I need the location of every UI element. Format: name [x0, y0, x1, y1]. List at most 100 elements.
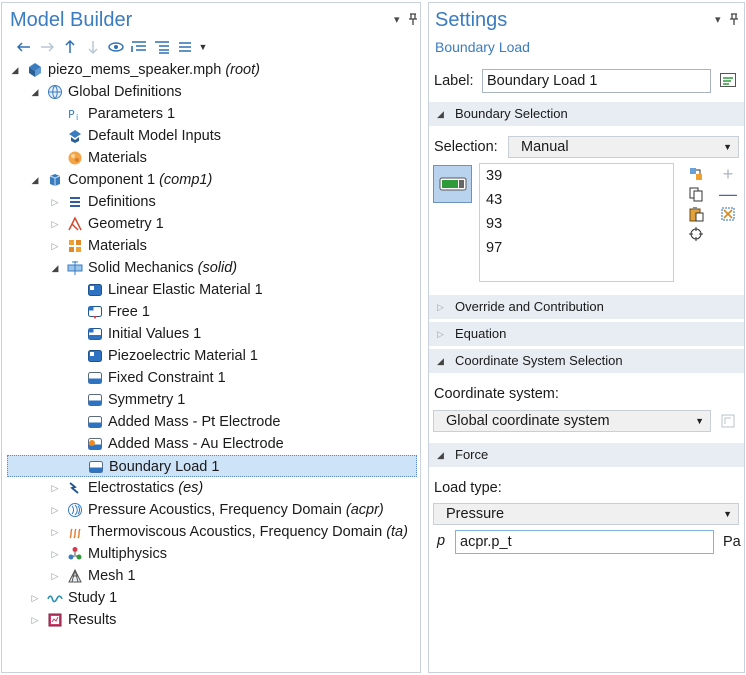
move-down-icon[interactable]: [81, 37, 104, 57]
tree-node-text: Fixed Constraint 1: [108, 370, 226, 386]
tree-node-default-model-inputs[interactable]: Default Model Inputs: [7, 125, 417, 147]
tree-node-text: Electrostatics: [88, 480, 175, 496]
tree-node-comp-materials[interactable]: ▷ Materials: [7, 235, 417, 257]
collapsed-arrow-icon[interactable]: ▷: [29, 587, 41, 609]
selection-list-item[interactable]: 97: [480, 236, 673, 260]
collapsed-arrow-icon[interactable]: ▷: [49, 477, 61, 499]
section-equation[interactable]: ▷ Equation: [429, 322, 744, 346]
tree-node-pressure-acoustics[interactable]: ▷ Pressure Acoustics, Frequency Domain (a…: [7, 499, 417, 521]
tree-node-text: Multiphysics: [88, 546, 167, 562]
tree-node-results[interactable]: ▷ Results: [7, 609, 417, 631]
list-options-icon[interactable]: [173, 37, 196, 57]
expanded-arrow-icon[interactable]: ◢: [29, 81, 41, 103]
initial-values-icon: [87, 326, 103, 342]
boundary-feature-icon: [87, 370, 103, 386]
label-note-icon[interactable]: [719, 72, 737, 90]
label-caption: Label:: [434, 73, 474, 89]
tree-node-label: Added Mass - Au Electrode: [108, 433, 284, 455]
model-builder-title: Model Builder: [10, 9, 133, 31]
label-input[interactable]: Boundary Load 1: [482, 69, 711, 93]
section-title: Coordinate System Selection: [455, 353, 623, 368]
collapsed-arrow-icon[interactable]: ▷: [49, 235, 61, 257]
tree-node-definitions[interactable]: ▷ Definitions: [7, 191, 417, 213]
svg-text:i: i: [76, 113, 78, 122]
section-override-contribution[interactable]: ▷ Override and Contribution: [429, 295, 744, 319]
load-type-dropdown[interactable]: Pressure ▼: [433, 503, 739, 525]
tree-node-piezoelectric-material-1[interactable]: Piezoelectric Material 1: [7, 345, 417, 367]
tree-node-global-materials[interactable]: Materials: [7, 147, 417, 169]
tree-node-study-1[interactable]: ▷ Study 1: [7, 587, 417, 609]
zoom-to-selection-icon[interactable]: [687, 225, 705, 243]
add-to-selection-icon[interactable]: +: [719, 164, 737, 184]
tree-node-boundary-load-1[interactable]: Boundary Load 1: [7, 455, 417, 477]
tree-node-free-1[interactable]: Free 1: [7, 301, 417, 323]
forward-arrow-icon[interactable]: [35, 37, 58, 57]
domain-feature-icon: [87, 282, 103, 298]
copy-selection-icon[interactable]: [687, 185, 705, 203]
pressure-input[interactable]: acpr.p_t: [455, 530, 714, 554]
tree-node-multiphysics[interactable]: ▷ Multiphysics: [7, 543, 417, 565]
tree-node-text: Free 1: [108, 304, 150, 320]
materials-grid-icon: [67, 238, 83, 254]
tree-node-symmetry-1[interactable]: Symmetry 1: [7, 389, 417, 411]
tree-node-solid-mechanics[interactable]: ◢ Solid Mechanics (solid): [7, 257, 417, 279]
tree-node-initial-values-1[interactable]: Initial Values 1: [7, 323, 417, 345]
tree-node-added-mass-pt[interactable]: Added Mass - Pt Electrode: [7, 411, 417, 433]
section-coordinate-system[interactable]: ◢ Coordinate System Selection: [429, 349, 744, 373]
tree-node-root[interactable]: ◢ piezo_mems_speaker.mph (root): [7, 59, 417, 81]
toolbar-dropdown-icon[interactable]: ▼: [196, 37, 210, 57]
show-icon[interactable]: [104, 37, 127, 57]
free-feature-icon: [87, 304, 103, 320]
tree-node-mesh-1[interactable]: ▷ Mesh 1: [7, 565, 417, 587]
tree-node-electrostatics[interactable]: ▷ Electrostatics (es): [7, 477, 417, 499]
selection-list[interactable]: 39 43 93 97: [479, 163, 674, 282]
coordinate-system-dropdown[interactable]: Global coordinate system ▼: [433, 410, 711, 432]
section-force[interactable]: ◢ Force: [429, 443, 744, 467]
collapsed-arrow-icon[interactable]: ▷: [49, 521, 61, 543]
expanded-arrow-icon[interactable]: ◢: [29, 169, 41, 191]
pin-icon[interactable]: [729, 13, 739, 28]
collapse-all-icon[interactable]: [127, 37, 150, 57]
collapsed-arrow-icon[interactable]: ▷: [49, 543, 61, 565]
section-boundary-selection[interactable]: ◢ Boundary Selection: [429, 102, 744, 126]
collapsed-arrow-icon[interactable]: ▷: [29, 609, 41, 631]
selection-list-item[interactable]: 93: [480, 212, 673, 236]
selection-list-item[interactable]: 43: [480, 188, 673, 212]
coordinate-system-goto-icon[interactable]: [719, 412, 737, 430]
tree-node-fixed-constraint-1[interactable]: Fixed Constraint 1: [7, 367, 417, 389]
coordinate-system-dropdown-value: Global coordinate system: [446, 413, 610, 429]
clipboard-icon[interactable]: [687, 205, 705, 223]
remove-from-selection-icon[interactable]: —: [719, 184, 737, 204]
tree-node-geometry-1[interactable]: ▷ Geometry 1: [7, 213, 417, 235]
paste-selection-icon[interactable]: [687, 165, 705, 183]
tree-node-linear-elastic-material-1[interactable]: Linear Elastic Material 1: [7, 279, 417, 301]
expanded-arrow-icon[interactable]: ◢: [9, 59, 21, 81]
solid-mechanics-icon: [67, 260, 83, 276]
tree-node-component-1[interactable]: ◢ Component 1 (comp1): [7, 169, 417, 191]
collapsed-arrow-icon[interactable]: ▷: [49, 213, 61, 235]
tree-node-thermoviscous-acoustics[interactable]: ▷ Thermoviscous Acoustics, Frequency Doma…: [7, 521, 417, 543]
panel-menu-icon[interactable]: ▾: [715, 13, 721, 26]
domain-feature-icon: [87, 348, 103, 364]
tree-node-label: Solid Mechanics (solid): [88, 257, 237, 279]
back-arrow-icon[interactable]: [12, 37, 35, 57]
selection-dropdown[interactable]: Manual ▼: [508, 136, 739, 158]
panel-menu-icon[interactable]: ▾: [394, 13, 400, 26]
tree-node-text: Added Mass - Pt Electrode: [108, 414, 281, 430]
expanded-arrow-icon[interactable]: ◢: [49, 257, 61, 279]
active-selection-toggle[interactable]: [433, 165, 472, 203]
collapsed-arrow-icon[interactable]: ▷: [49, 191, 61, 213]
selection-dropdown-value: Manual: [521, 139, 569, 155]
selection-list-item[interactable]: 39: [480, 164, 673, 188]
expand-all-icon[interactable]: [150, 37, 173, 57]
clear-selection-icon[interactable]: [719, 205, 737, 223]
pin-icon[interactable]: [408, 13, 418, 28]
collapsed-arrow-icon[interactable]: ▷: [49, 565, 61, 587]
move-up-icon[interactable]: [58, 37, 81, 57]
tree-node-tag: (ta): [386, 524, 408, 540]
tree-node-parameters-1[interactable]: Pi Parameters 1: [7, 103, 417, 125]
tree-node-label: Study 1: [68, 587, 117, 609]
collapsed-arrow-icon[interactable]: ▷: [49, 499, 61, 521]
tree-node-global-definitions[interactable]: ◢ Global Definitions: [7, 81, 417, 103]
tree-node-added-mass-au[interactable]: Added Mass - Au Electrode: [7, 433, 417, 455]
